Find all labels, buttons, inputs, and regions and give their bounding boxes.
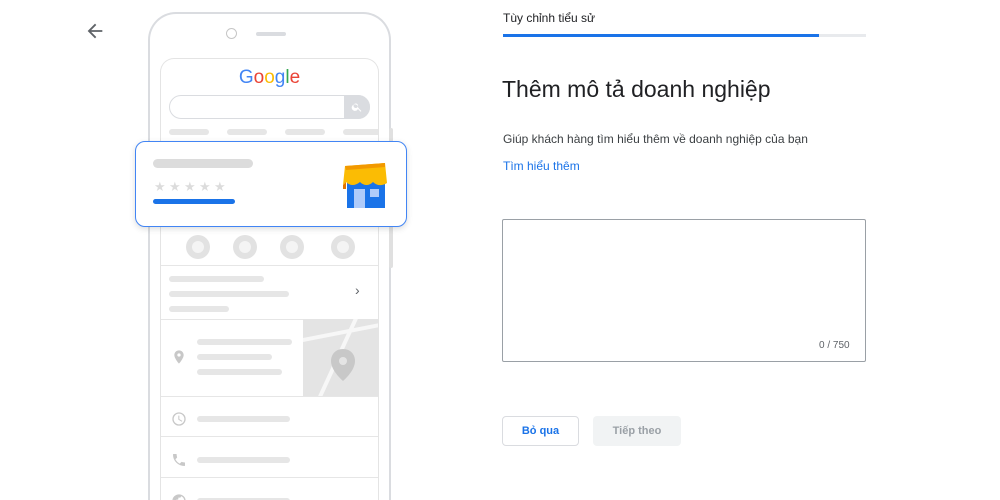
phone-icon xyxy=(173,454,185,466)
phone-icon xyxy=(186,235,210,259)
rating-bar xyxy=(153,199,235,204)
star-icon: ★ xyxy=(184,179,196,194)
mock-text-line xyxy=(197,416,290,422)
google-logo-letter: o xyxy=(264,67,275,88)
google-logo-letter: G xyxy=(238,67,254,88)
page-subtitle: Giúp khách hàng tìm hiểu thêm về doanh n… xyxy=(503,132,808,146)
business-description-input[interactable] xyxy=(502,219,866,362)
star-icon: ★ xyxy=(199,179,211,194)
mock-tab xyxy=(227,129,267,135)
back-arrow-icon[interactable] xyxy=(84,20,106,42)
mock-tab xyxy=(343,129,378,135)
mock-text-line xyxy=(197,339,292,345)
step-title: Tùy chỉnh tiểu sử xyxy=(503,11,596,25)
mock-text-line xyxy=(197,369,282,375)
google-logo-letter: o xyxy=(253,67,265,88)
google-logo-letter: e xyxy=(289,67,301,88)
share-icon xyxy=(331,235,355,259)
directions-icon xyxy=(233,235,257,259)
progress-bar-fill xyxy=(503,34,819,37)
storefront-icon xyxy=(343,163,387,208)
mock-search-bar xyxy=(169,95,370,119)
skip-button[interactable]: Bỏ qua xyxy=(502,416,579,446)
phone-screen: Google › xyxy=(160,58,379,500)
star-icon: ★ xyxy=(154,179,166,194)
mock-text-line xyxy=(169,276,264,282)
phone-illustration: Google › xyxy=(148,12,391,500)
location-pin-icon xyxy=(174,350,184,364)
search-icon xyxy=(344,95,370,119)
mock-text-line xyxy=(197,354,272,360)
learn-more-link[interactable]: Tìm hiểu thêm xyxy=(503,159,580,173)
character-counter: 0 / 750 xyxy=(819,340,850,351)
phone-camera xyxy=(226,28,237,39)
business-card-illustration: ★ ★ ★ ★ ★ xyxy=(135,141,407,227)
mock-tab xyxy=(285,129,325,135)
chevron-right-icon: › xyxy=(355,282,360,298)
google-logo-letter: g xyxy=(274,67,286,88)
page-title: Thêm mô tả doanh nghiệp xyxy=(502,76,771,102)
progress-bar xyxy=(503,34,866,37)
divider xyxy=(161,396,378,397)
business-name-placeholder xyxy=(153,159,253,168)
mock-text-line xyxy=(169,306,229,312)
mock-text-line xyxy=(169,291,289,297)
star-icon: ★ xyxy=(214,179,226,194)
divider xyxy=(161,477,378,478)
next-button[interactable]: Tiếp theo xyxy=(593,416,681,446)
phone-speaker xyxy=(256,32,286,36)
google-logo: Google xyxy=(161,67,378,89)
divider xyxy=(161,265,378,266)
mock-tab xyxy=(169,129,209,135)
mock-text-line xyxy=(197,457,290,463)
mini-map xyxy=(303,319,378,396)
star-icon: ★ xyxy=(169,179,181,194)
bookmark-icon xyxy=(280,235,304,259)
clock-icon xyxy=(172,412,186,426)
divider xyxy=(161,436,378,437)
globe-icon xyxy=(172,494,186,500)
